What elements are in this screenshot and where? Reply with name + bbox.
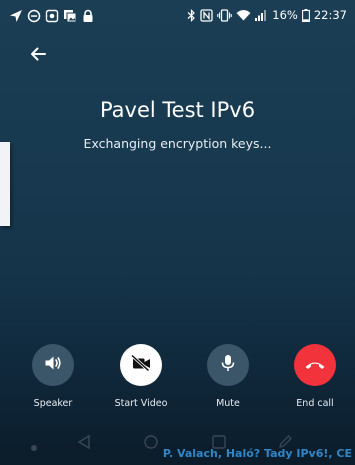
nav-dot-icon[interactable]: [30, 437, 38, 456]
status-bar-right: 16% 22:37: [187, 8, 347, 22]
bluetooth-icon: [187, 8, 196, 22]
speaker-label: Speaker: [33, 398, 73, 409]
do-not-disturb-icon: [27, 8, 41, 23]
speaker-button-circle[interactable]: [32, 344, 74, 386]
lock-icon: [81, 8, 95, 22]
end-call-label: End call: [296, 398, 334, 409]
mute-button-circle[interactable]: [207, 344, 249, 386]
mute-label: Mute: [216, 398, 240, 409]
navigation-arrow-icon: [9, 8, 23, 22]
wifi-icon: [236, 9, 251, 21]
phone-hangup-icon: [304, 356, 326, 375]
side-panel-edge: [0, 142, 10, 226]
end-call-button[interactable]: End call: [275, 344, 355, 409]
nfc-icon: [200, 8, 213, 22]
clock: 22:37: [313, 8, 347, 22]
nav-home-icon[interactable]: [143, 434, 159, 454]
call-screen: 16% 22:37 Pavel Test IPv6 Exchanging enc…: [0, 0, 355, 465]
arrow-left-icon: [29, 45, 47, 67]
vibrate-icon: [217, 8, 233, 22]
gallery-icon: [63, 8, 77, 23]
battery-icon: [301, 8, 310, 22]
back-button[interactable]: [24, 42, 52, 70]
start-video-button-circle[interactable]: [120, 344, 162, 386]
call-status-text: Exchanging encryption keys...: [83, 136, 272, 151]
call-controls: Speaker Start Video Mute End call: [0, 344, 355, 414]
signal-icon: [255, 9, 268, 21]
status-bar-left: [9, 8, 95, 23]
speaker-button[interactable]: Speaker: [13, 344, 93, 409]
end-call-button-circle[interactable]: [294, 344, 336, 386]
screenshot-icon: [45, 8, 59, 23]
speaker-icon: [44, 355, 62, 375]
status-bar: 16% 22:37: [0, 0, 355, 32]
navigation-bar: P. Valach, Haló? Tady IPv6!, CE: [0, 424, 355, 465]
battery-level: 16%: [272, 8, 298, 22]
start-video-button[interactable]: Start Video: [101, 344, 181, 409]
nav-back-icon[interactable]: [76, 434, 92, 454]
start-video-label: Start Video: [114, 398, 168, 409]
watermark-caption: P. Valach, Haló? Tady IPv6!, CE: [162, 447, 352, 460]
contact-name: Pavel Test IPv6: [99, 98, 256, 122]
microphone-icon: [221, 354, 235, 376]
video-off-icon: [130, 354, 152, 376]
mute-button[interactable]: Mute: [188, 344, 268, 409]
